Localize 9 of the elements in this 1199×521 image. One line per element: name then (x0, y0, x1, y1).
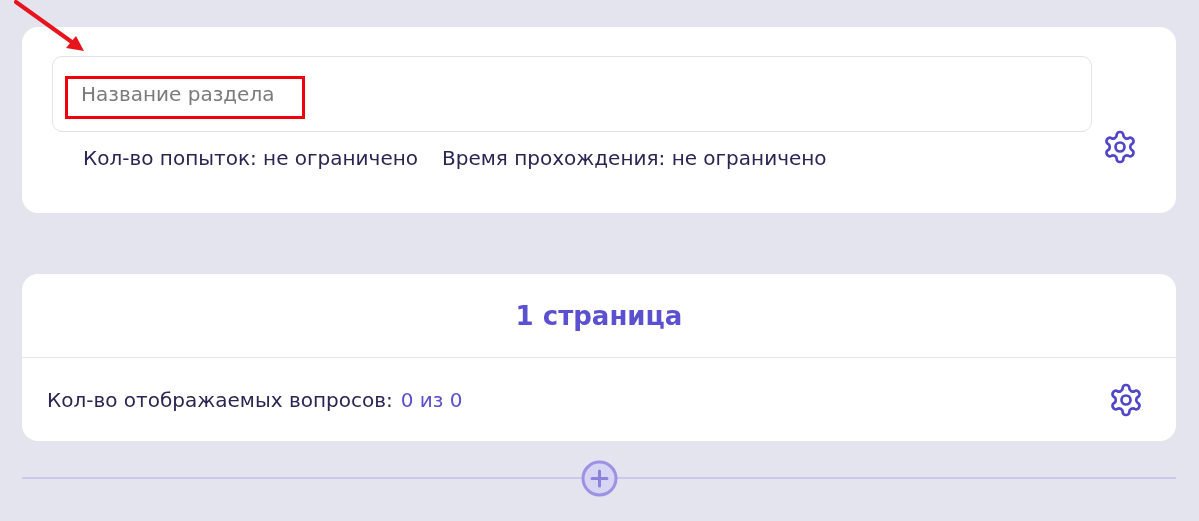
questions-count: 0 из 0 (400, 387, 463, 412)
section-name-field[interactable]: Название раздела (52, 56, 1092, 132)
questions-label: Кол-во отображаемых вопросов: (47, 387, 393, 412)
settings-icon[interactable] (1108, 381, 1144, 418)
add-icon[interactable] (580, 459, 618, 497)
limit-text: Время прохождения: не ограничено (442, 146, 827, 170)
page-title: 1 страница (515, 300, 683, 331)
settings-icon[interactable] (1102, 129, 1138, 165)
limit-text: Кол-во попыток: не ограничено (83, 146, 418, 170)
